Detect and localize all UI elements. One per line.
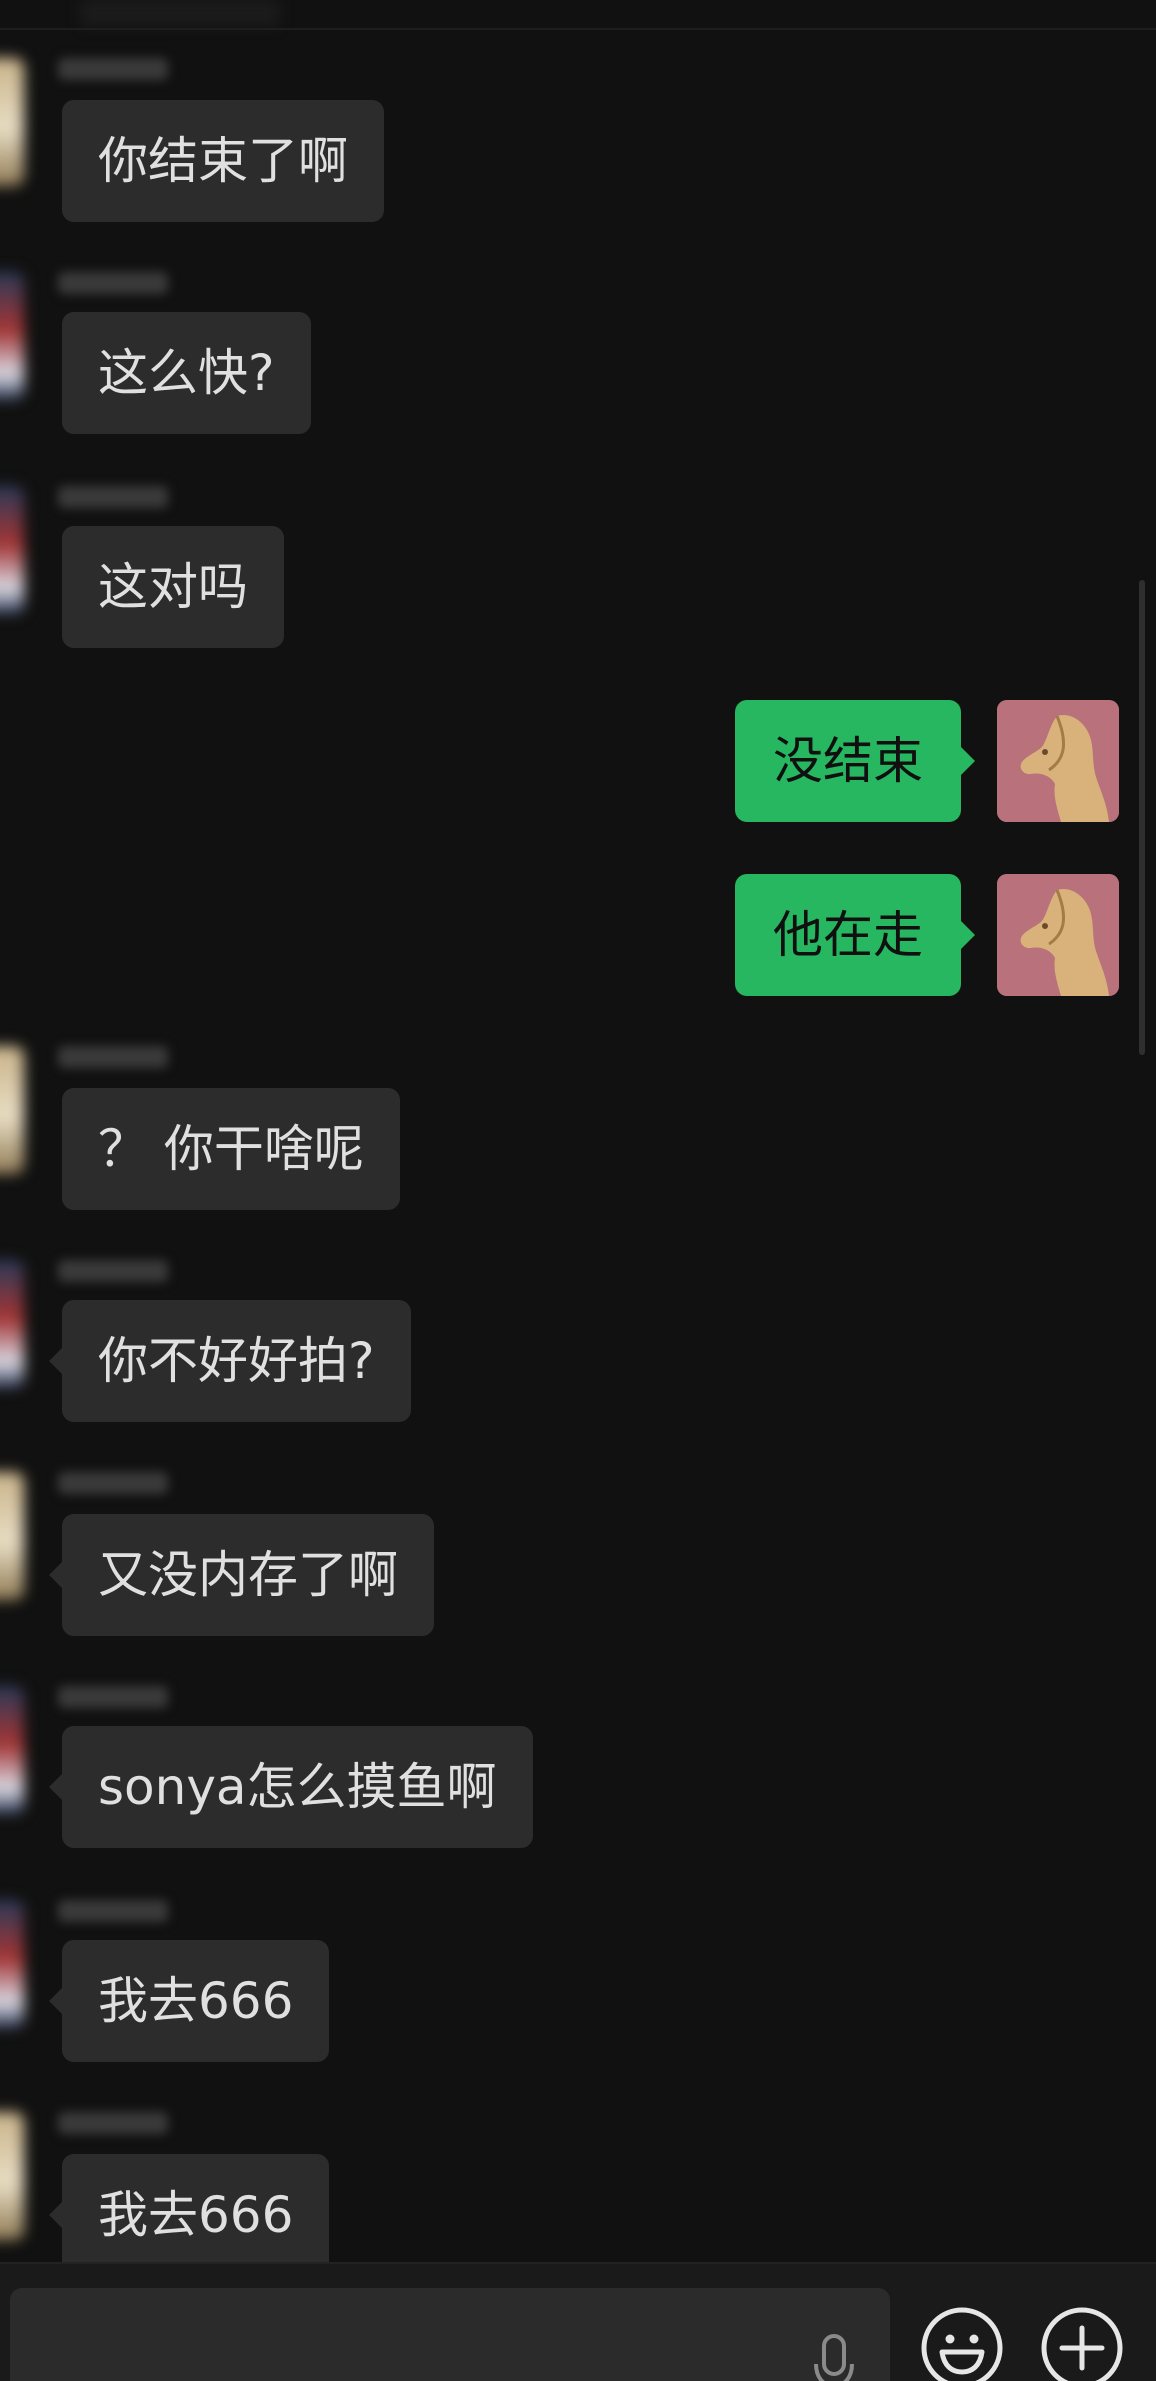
chat-window: 你结束了啊 这么快? 这对吗 没结束 他在走 ？ 你干啥呢 你不好好拍? 又没内… <box>0 0 1156 2381</box>
message-bubble[interactable]: 这对吗 <box>62 526 284 648</box>
sender-name-blurred <box>58 1900 168 1922</box>
message-text: 这么快? <box>98 344 275 402</box>
message-bubble-outgoing[interactable]: 没结束 <box>735 700 975 822</box>
message-bubble[interactable]: 我去666 <box>48 1940 330 2062</box>
sender-name-blurred <box>58 1686 168 1708</box>
message-text: 你不好好拍? <box>98 1332 375 1390</box>
message-text: 没结束 <box>773 732 923 790</box>
sender-avatar[interactable] <box>0 486 24 614</box>
message-bubble[interactable]: sonya怎么摸鱼啊 <box>49 1726 533 1848</box>
message-text: 我去666 <box>98 1972 294 2030</box>
my-avatar-horse-icon[interactable] <box>997 700 1119 822</box>
top-bar-blurred <box>80 0 280 26</box>
sender-avatar[interactable] <box>0 2112 24 2240</box>
sender-avatar[interactable] <box>0 1900 24 2028</box>
message-bubble[interactable]: 这么快? <box>62 312 311 434</box>
plus-circle-icon[interactable] <box>1040 2306 1124 2381</box>
sender-avatar[interactable] <box>0 1260 24 1388</box>
sender-avatar[interactable] <box>0 58 24 186</box>
scrollbar[interactable] <box>1139 580 1145 1055</box>
message-text: 又没内存了啊 <box>98 1546 398 1604</box>
sender-name-blurred <box>58 1260 168 1282</box>
top-divider <box>0 28 1156 30</box>
sender-name-blurred <box>58 272 168 294</box>
message-bubble-outgoing[interactable]: 他在走 <box>735 874 975 996</box>
sender-name-blurred <box>58 58 168 80</box>
message-text: 这对吗 <box>98 558 248 616</box>
message-text: 我去666 <box>98 2186 294 2244</box>
smiley-face-icon[interactable] <box>920 2306 1004 2381</box>
sender-name-blurred <box>58 2112 168 2134</box>
microphone-icon[interactable] <box>810 2334 858 2381</box>
input-bar <box>0 2262 1156 2381</box>
my-avatar-horse-icon[interactable] <box>997 874 1119 996</box>
message-bubble[interactable]: 我去666 <box>48 2154 330 2276</box>
message-text: ？ 你干啥呢 <box>98 1120 364 1178</box>
message-text: sonya怎么摸鱼啊 <box>98 1758 497 1816</box>
sender-avatar[interactable] <box>0 1686 24 1814</box>
message-text: 你结束了啊 <box>98 132 348 190</box>
sender-avatar[interactable] <box>0 1472 24 1600</box>
message-bubble[interactable]: 又没内存了啊 <box>49 1514 434 1636</box>
message-bubble[interactable]: 你结束了啊 <box>62 100 384 222</box>
message-input[interactable] <box>10 2288 890 2381</box>
sender-name-blurred <box>58 1472 168 1494</box>
sender-avatar[interactable] <box>0 272 24 400</box>
message-bubble[interactable]: ？ 你干啥呢 <box>62 1088 400 1210</box>
message-text: 他在走 <box>773 906 923 964</box>
sender-avatar[interactable] <box>0 1046 24 1174</box>
message-bubble[interactable]: 你不好好拍? <box>49 1300 411 1422</box>
sender-name-blurred <box>58 1046 168 1068</box>
sender-name-blurred <box>58 486 168 508</box>
